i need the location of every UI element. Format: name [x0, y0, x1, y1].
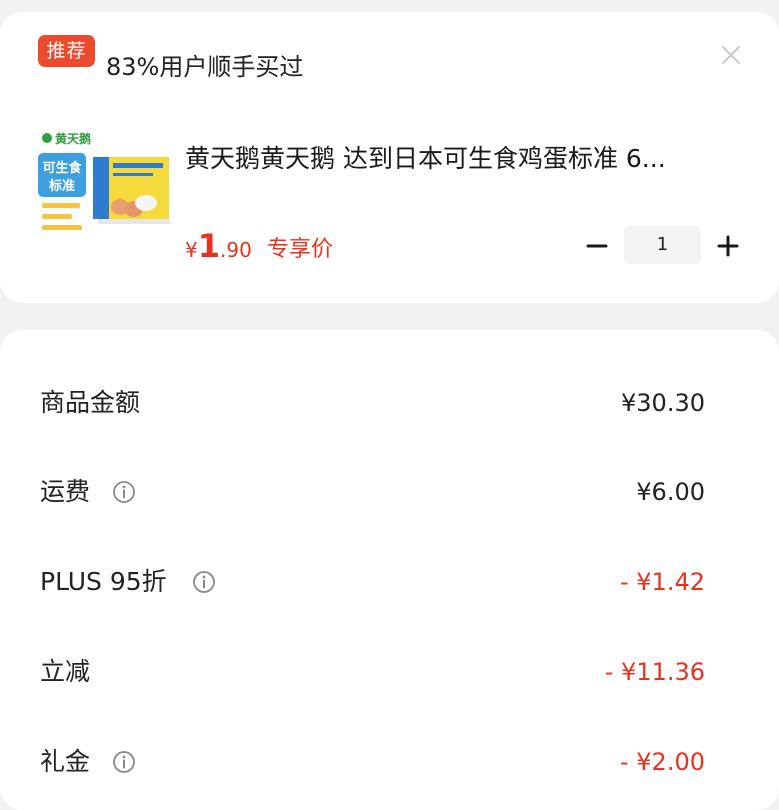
recommend-text: 83%用户顺手买过	[106, 53, 304, 81]
product-title[interactable]: 黄天鹅黄天鹅 达到日本可生食鸡蛋标准 6...	[185, 139, 730, 175]
quantity-input[interactable]: 1	[624, 226, 701, 264]
summary-label: 商品金额	[40, 388, 141, 417]
summary-row-goods-amount: 商品金额 ¥30.30	[40, 383, 705, 423]
plus-icon[interactable]	[716, 234, 740, 258]
price-currency: ¥	[185, 238, 198, 262]
summary-label: 立减	[40, 657, 91, 686]
summary-value: - ¥11.36	[604, 658, 705, 686]
close-icon[interactable]	[719, 43, 743, 67]
recommend-badge: 推荐	[38, 35, 95, 67]
summary-value: - ¥2.00	[620, 748, 705, 776]
price-label: 专享价	[267, 237, 334, 262]
info-icon[interactable]	[192, 570, 216, 594]
product-image-line1: 可生食	[42, 160, 82, 176]
summary-label: PLUS 95折	[40, 567, 167, 596]
price-integer: 1	[197, 227, 220, 265]
info-icon[interactable]	[112, 750, 136, 774]
summary-label: 运费	[40, 477, 91, 506]
summary-row-instant-discount: 立减 - ¥11.36	[40, 652, 705, 692]
summary-row-plus-discount: PLUS 95折 - ¥1.42	[40, 562, 705, 602]
summary-value: ¥6.00	[636, 478, 705, 506]
product-image-brand: 黄天鹅	[55, 131, 91, 146]
summary-label: 礼金	[40, 747, 91, 776]
product-image-line2: 标准	[48, 178, 75, 194]
product-price: ¥1.90	[185, 227, 252, 265]
summary-row-shipping: 运费 ¥6.00	[40, 472, 705, 512]
product-image[interactable]: 黄天鹅 可生食 标准	[38, 121, 172, 242]
summary-row-gift-money: 礼金 - ¥2.00	[40, 742, 705, 782]
info-icon[interactable]	[112, 480, 136, 504]
summary-value: ¥30.30	[621, 389, 705, 417]
summary-value: - ¥1.42	[620, 568, 705, 596]
minus-icon[interactable]	[585, 234, 609, 258]
price-decimal: .90	[220, 238, 252, 262]
